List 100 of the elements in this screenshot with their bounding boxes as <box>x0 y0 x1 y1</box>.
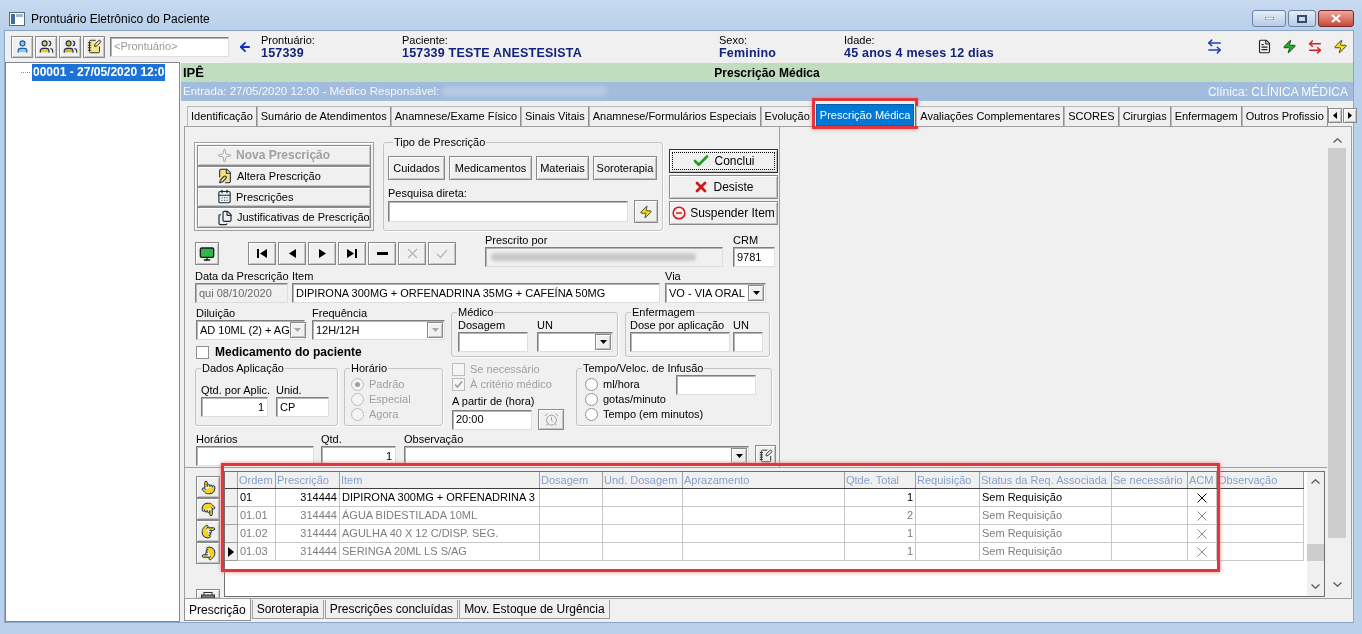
tab[interactable]: Identificação <box>187 106 257 126</box>
tree-item[interactable]: 00001 - 27/05/2020 12:0 <box>32 64 166 81</box>
radio-button[interactable] <box>585 378 598 391</box>
tab[interactable]: Mov. Estoque de Urgência <box>459 600 610 619</box>
notes-select[interactable] <box>404 446 749 466</box>
group-title: Médico <box>457 306 495 318</box>
field-label: Data da Prescrição <box>195 269 289 283</box>
field-label: CRM <box>733 233 759 247</box>
search-field[interactable] <box>388 201 628 222</box>
radio-label: Padrão <box>369 377 405 393</box>
vertical-scrollbar[interactable] <box>1307 472 1324 596</box>
action-button[interactable]: Altera Prescrição <box>197 165 371 187</box>
tab[interactable]: Anamnese/Exame Físico <box>390 106 521 126</box>
navigator-button[interactable] <box>368 242 396 265</box>
search-run-button[interactable] <box>634 200 658 223</box>
type-button[interactable]: Materiais <box>536 156 589 180</box>
table-cell: Sem Requisição <box>980 507 1112 525</box>
command-button[interactable]: Suspender Item <box>669 201 778 225</box>
lightning-icon[interactable] <box>1282 39 1297 54</box>
arrows-icon[interactable] <box>1307 38 1323 55</box>
table-cell: 314444 <box>276 507 340 525</box>
navigator-button[interactable] <box>338 242 366 265</box>
alarm-button[interactable] <box>538 409 564 430</box>
toolbar-button[interactable] <box>83 35 105 58</box>
info-label: Sexo: <box>719 33 748 46</box>
tab[interactable]: Prescrição Médica <box>815 104 915 126</box>
tab-scroll-right-button[interactable] <box>1342 108 1357 123</box>
dropdown-button[interactable] <box>731 448 747 464</box>
quantity-field[interactable]: 1 <box>321 446 396 466</box>
notepad-pen-icon <box>86 39 102 54</box>
field-label: Observação <box>404 432 464 446</box>
hand-pointing-left-icon <box>200 545 216 561</box>
tab[interactable]: Sumário de Atendimentos <box>256 106 391 126</box>
info-value: Feminino <box>719 45 777 60</box>
tab[interactable]: Prescrições concluídas <box>324 600 459 619</box>
arrows-icon[interactable] <box>1206 38 1223 55</box>
grid-tool-button[interactable] <box>196 520 220 542</box>
tab[interactable]: Evolução <box>760 106 814 126</box>
start-time-field[interactable]: 20:00 <box>452 409 532 430</box>
unit-select[interactable] <box>537 332 613 352</box>
unit-field[interactable]: CP <box>276 397 329 417</box>
route-select[interactable]: VO - VIA ORAL <box>665 283 766 303</box>
dropdown-button[interactable] <box>595 334 611 350</box>
tab[interactable]: Avaliações Complementares <box>916 106 1065 126</box>
type-button[interactable]: Soroterapia <box>593 156 657 180</box>
radio-button[interactable] <box>585 408 598 421</box>
grid-tool-button[interactable] <box>196 476 220 498</box>
toolbar-button[interactable] <box>11 35 33 58</box>
lightning-icon[interactable] <box>1333 39 1348 54</box>
type-button[interactable]: Cuidados <box>388 156 445 180</box>
toolbar-button[interactable] <box>35 35 57 58</box>
close-button[interactable] <box>1318 10 1354 27</box>
sparkle-icon <box>217 147 232 163</box>
unit-field[interactable] <box>733 332 763 352</box>
tab[interactable]: Sinais Vitais <box>521 106 589 126</box>
quantity-field[interactable]: 1 <box>201 397 268 417</box>
field-label: Pesquisa direta: <box>388 186 467 200</box>
document-icon[interactable] <box>1257 39 1272 54</box>
dropdown-button[interactable] <box>748 285 764 301</box>
field-label: UN <box>537 318 553 332</box>
tab[interactable]: Outros Profissio <box>1241 106 1328 126</box>
minimize-button[interactable] <box>1252 10 1286 27</box>
radio-button[interactable] <box>585 393 598 406</box>
dose-field[interactable] <box>458 332 528 352</box>
item-field[interactable]: DIPIRONA 300MG + ORFENADRINA 35MG + CAFEÍNA 50MG <box>292 283 660 303</box>
table-cell: SERINGA 20ML LS S/AG <box>340 543 540 561</box>
navigator-button[interactable] <box>308 242 336 265</box>
monitor-button[interactable] <box>195 242 219 265</box>
times-field[interactable] <box>196 446 314 466</box>
people-icon <box>62 39 78 54</box>
type-button[interactable]: Medicamentos <box>449 156 532 180</box>
back-arrow-icon[interactable] <box>238 39 252 54</box>
row-selector[interactable] <box>225 543 238 561</box>
maximize-button[interactable] <box>1288 10 1316 27</box>
dose-field[interactable] <box>630 332 730 352</box>
navigator-button[interactable] <box>278 242 306 265</box>
command-button[interactable]: Desiste <box>669 175 778 199</box>
tab[interactable]: Anamnese/Formulários Especiais <box>588 106 761 126</box>
tab[interactable]: Cirurgias <box>1118 106 1171 126</box>
tab[interactable]: Enfermagem <box>1170 106 1242 126</box>
grid-tool-button[interactable] <box>196 589 220 598</box>
action-button[interactable]: Prescrições <box>197 186 371 208</box>
radio-label: Agora <box>369 407 399 423</box>
infusion-field[interactable] <box>676 375 756 395</box>
tab[interactable]: SCORES <box>1064 106 1119 126</box>
tab[interactable]: Prescrição <box>184 599 251 621</box>
command-button[interactable]: Conclui <box>669 149 778 173</box>
toolbar-button[interactable] <box>59 35 81 58</box>
navigator-button[interactable] <box>248 242 276 265</box>
tab[interactable]: Soroterapia <box>251 600 324 619</box>
checkbox[interactable] <box>196 345 209 359</box>
grid-tool-button[interactable] <box>196 542 220 564</box>
alarm-clock-icon <box>543 412 559 427</box>
scrollbar-thumb[interactable] <box>1328 148 1346 538</box>
scrollbar-thumb[interactable] <box>1307 544 1324 561</box>
minimize-icon <box>1264 17 1274 20</box>
grid-tool-button[interactable] <box>196 498 220 520</box>
prescriber-field[interactable] <box>485 247 723 267</box>
action-button[interactable]: Justificativas de Prescrição <box>197 207 371 228</box>
crm-field[interactable]: 9781 <box>733 247 775 267</box>
